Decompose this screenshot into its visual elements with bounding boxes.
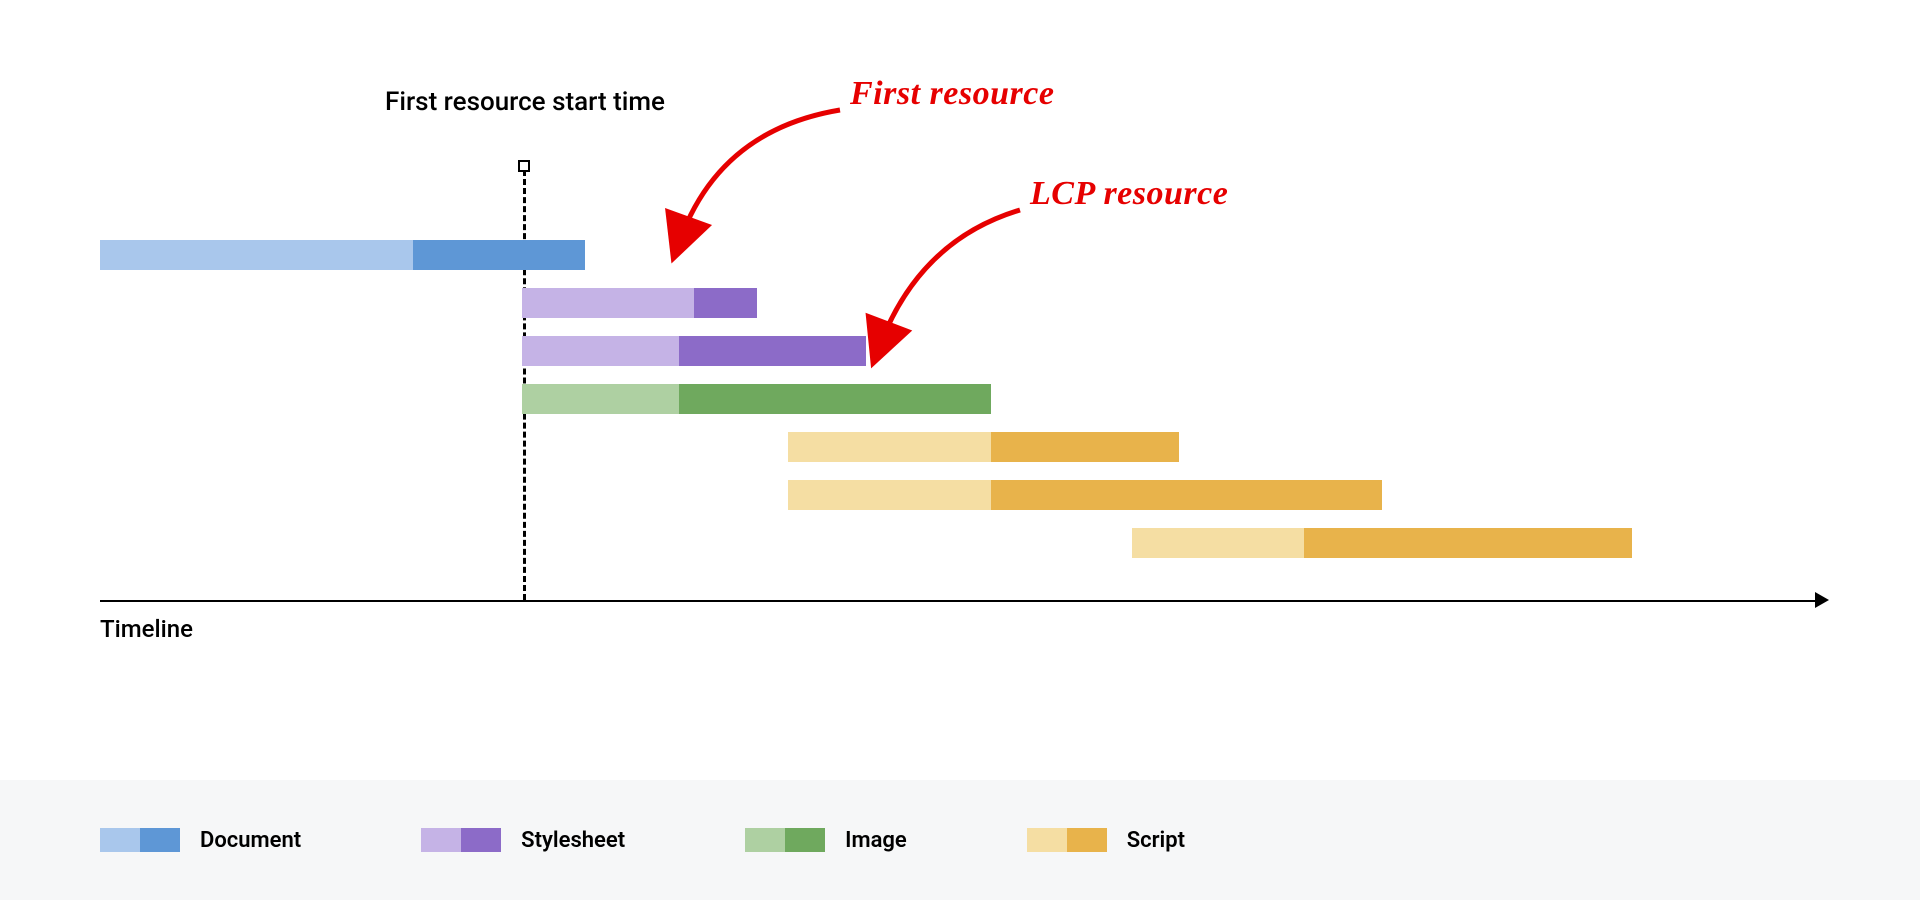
legend-swatch: [745, 828, 825, 852]
resource-bar: [1132, 528, 1632, 558]
resource-bar: [522, 288, 757, 318]
arrow-first-resource: [660, 100, 880, 270]
legend: Document Stylesheet Image Script: [0, 780, 1920, 900]
bar-segment-downloading: [679, 336, 867, 366]
resource-bar: [100, 240, 585, 270]
legend-swatch: [1027, 828, 1107, 852]
waterfall-chart: First resource start time First resource…: [100, 70, 1820, 690]
marker-label: First resource start time: [360, 85, 690, 120]
bar-segment-waiting: [522, 384, 678, 414]
legend-label: Image: [845, 828, 907, 853]
bar-segment-downloading: [413, 240, 585, 270]
timeline-axis-arrowhead: [1815, 592, 1829, 608]
bar-segment-downloading: [991, 432, 1179, 462]
legend-swatch: [421, 828, 501, 852]
legend-item: Image: [745, 828, 907, 853]
bar-segment-downloading: [1304, 528, 1632, 558]
legend-item: Document: [100, 828, 301, 853]
bar-segment-waiting: [522, 288, 694, 318]
legend-label: Document: [200, 828, 301, 853]
arrow-lcp-resource: [860, 200, 1060, 370]
resource-bar: [788, 432, 1179, 462]
timeline-axis: [100, 600, 1820, 602]
timeline-axis-label: Timeline: [100, 615, 193, 643]
bar-segment-waiting: [522, 336, 678, 366]
resource-bar: [522, 384, 991, 414]
resource-bar: [788, 480, 1382, 510]
annotation-first-resource: First resource: [850, 75, 1054, 113]
bar-segment-waiting: [788, 480, 991, 510]
legend-item: Stylesheet: [421, 828, 625, 853]
resource-bar: [522, 336, 866, 366]
bar-segment-waiting: [1132, 528, 1304, 558]
bar-segment-waiting: [100, 240, 413, 270]
legend-swatch: [100, 828, 180, 852]
legend-item: Script: [1027, 828, 1185, 853]
bar-segment-waiting: [788, 432, 991, 462]
bar-segment-downloading: [679, 384, 992, 414]
legend-label: Script: [1127, 828, 1185, 853]
bar-segment-downloading: [991, 480, 1382, 510]
bar-segment-downloading: [694, 288, 757, 318]
legend-label: Stylesheet: [521, 828, 625, 853]
